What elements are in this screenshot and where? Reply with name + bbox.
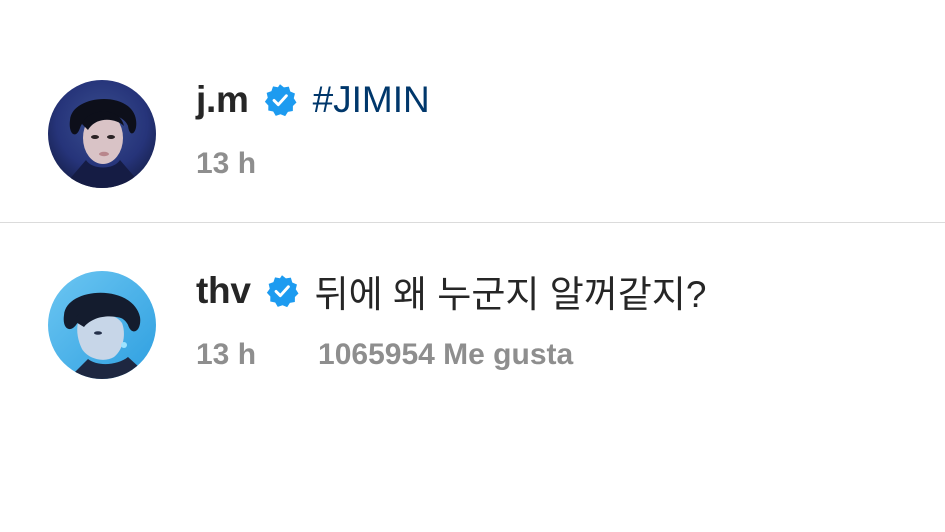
comment-meta: 13 h 1065954 Me gusta	[196, 335, 573, 375]
comment-item: j.m #JIMIN 13 h	[0, 0, 945, 222]
comment-item: thv 뒤에 왜 누군지 알꺼같지? 13 h 1065954 Me gusta	[0, 223, 945, 423]
likes-count[interactable]: 1065954 Me gusta	[318, 338, 573, 372]
verified-badge-icon	[265, 274, 299, 308]
comment-header: thv 뒤에 왜 누군지 알꺼같지?	[196, 266, 706, 316]
timestamp: 13 h	[196, 338, 257, 371]
username[interactable]: thv	[196, 270, 251, 312]
avatar-photo-icon	[48, 271, 156, 379]
verified-badge-icon	[263, 83, 297, 117]
username[interactable]: j.m	[196, 79, 249, 121]
avatar[interactable]	[48, 80, 156, 188]
timestamp: 13 h	[196, 147, 257, 180]
hashtag-link[interactable]: #JIMIN	[313, 79, 430, 121]
avatar[interactable]	[48, 271, 156, 379]
comment-text: 뒤에 왜 누군지 알꺼같지?	[314, 274, 707, 315]
avatar-photo-icon	[48, 80, 156, 188]
comment-header: j.m #JIMIN	[196, 75, 430, 125]
comment-meta: 13 h	[196, 144, 256, 184]
